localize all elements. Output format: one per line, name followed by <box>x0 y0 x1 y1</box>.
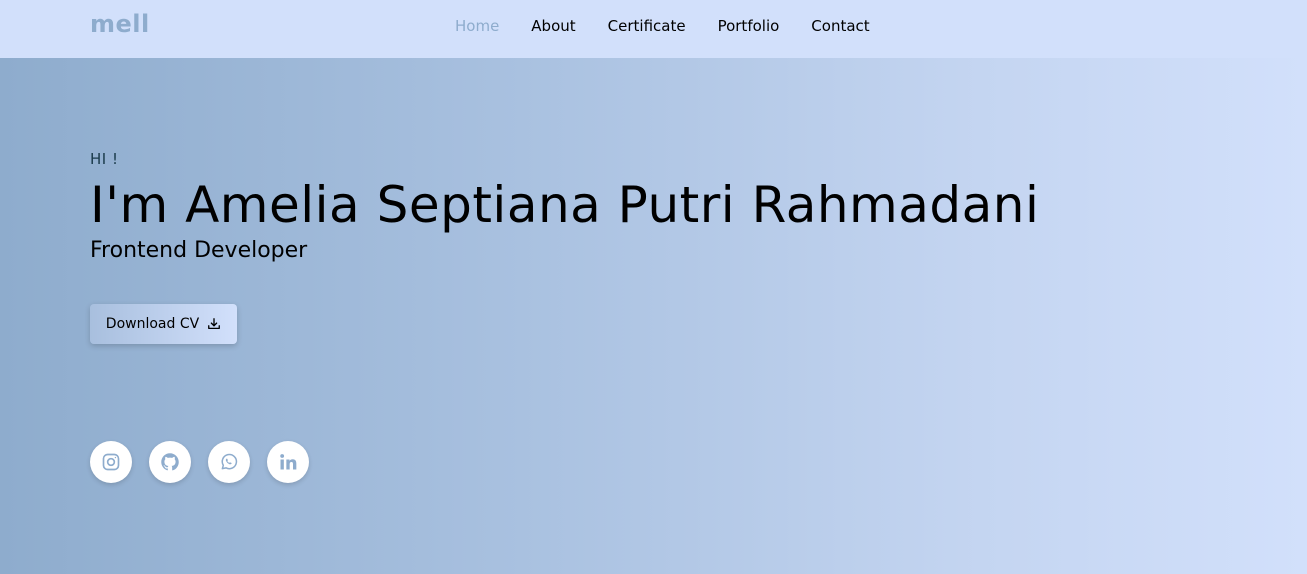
nav-link-certificate[interactable]: Certificate <box>608 17 686 35</box>
download-cv-button[interactable]: Download CV <box>90 304 237 344</box>
linkedin-icon <box>280 454 297 470</box>
hero-greeting: HI ! <box>90 150 119 168</box>
social-links <box>90 441 309 483</box>
logo[interactable]: mell <box>90 10 150 38</box>
navbar: mell Home About Certificate Portfolio Co… <box>0 0 1307 58</box>
instagram-link[interactable] <box>90 441 132 483</box>
nav-links: Home About Certificate Portfolio Contact <box>455 17 902 35</box>
github-icon <box>161 453 179 471</box>
whatsapp-link[interactable] <box>208 441 250 483</box>
nav-link-contact[interactable]: Contact <box>811 17 869 35</box>
hero-name: I'm Amelia Septiana Putri Rahmadani <box>90 176 1040 234</box>
linkedin-link[interactable] <box>267 441 309 483</box>
github-link[interactable] <box>149 441 191 483</box>
hero-role: Frontend Developer <box>90 238 308 263</box>
whatsapp-icon <box>221 453 238 470</box>
nav-link-portfolio[interactable]: Portfolio <box>718 17 780 35</box>
download-icon <box>208 318 221 330</box>
instagram-icon <box>102 453 120 471</box>
nav-link-home[interactable]: Home <box>455 17 499 35</box>
nav-link-about[interactable]: About <box>531 17 575 35</box>
download-cv-label: Download CV <box>105 316 200 332</box>
hero-section: HI ! I'm Amelia Septiana Putri Rahmadani… <box>90 150 1240 263</box>
